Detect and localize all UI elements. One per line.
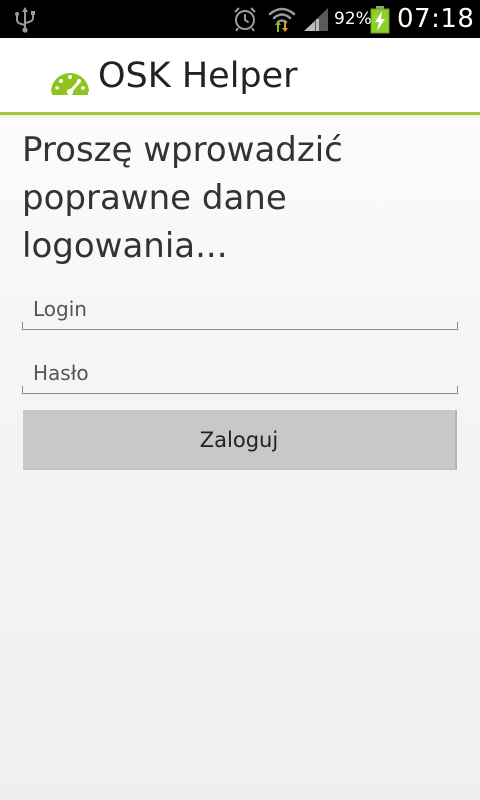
login-field[interactable] xyxy=(22,290,458,330)
action-bar: OSK Helper xyxy=(0,38,480,115)
password-field[interactable] xyxy=(22,354,458,394)
login-field-underline xyxy=(22,322,458,330)
speedometer-icon xyxy=(51,73,89,96)
wifi-icon xyxy=(268,7,296,32)
status-bar: 92% 07:18 xyxy=(0,0,480,38)
password-field-underline xyxy=(22,386,458,394)
alarm-icon xyxy=(234,7,256,32)
app-title: OSK Helper xyxy=(98,56,298,96)
login-prompt: Proszę wprowadzić poprawne dane logowani… xyxy=(22,130,343,266)
clock: 07:18 xyxy=(397,4,475,34)
signal-icon xyxy=(304,8,328,31)
battery-percent: 92% xyxy=(334,9,372,29)
login-button[interactable]: Zaloguj xyxy=(23,410,457,470)
battery-charging-icon xyxy=(370,6,390,34)
usb-icon xyxy=(15,7,35,33)
